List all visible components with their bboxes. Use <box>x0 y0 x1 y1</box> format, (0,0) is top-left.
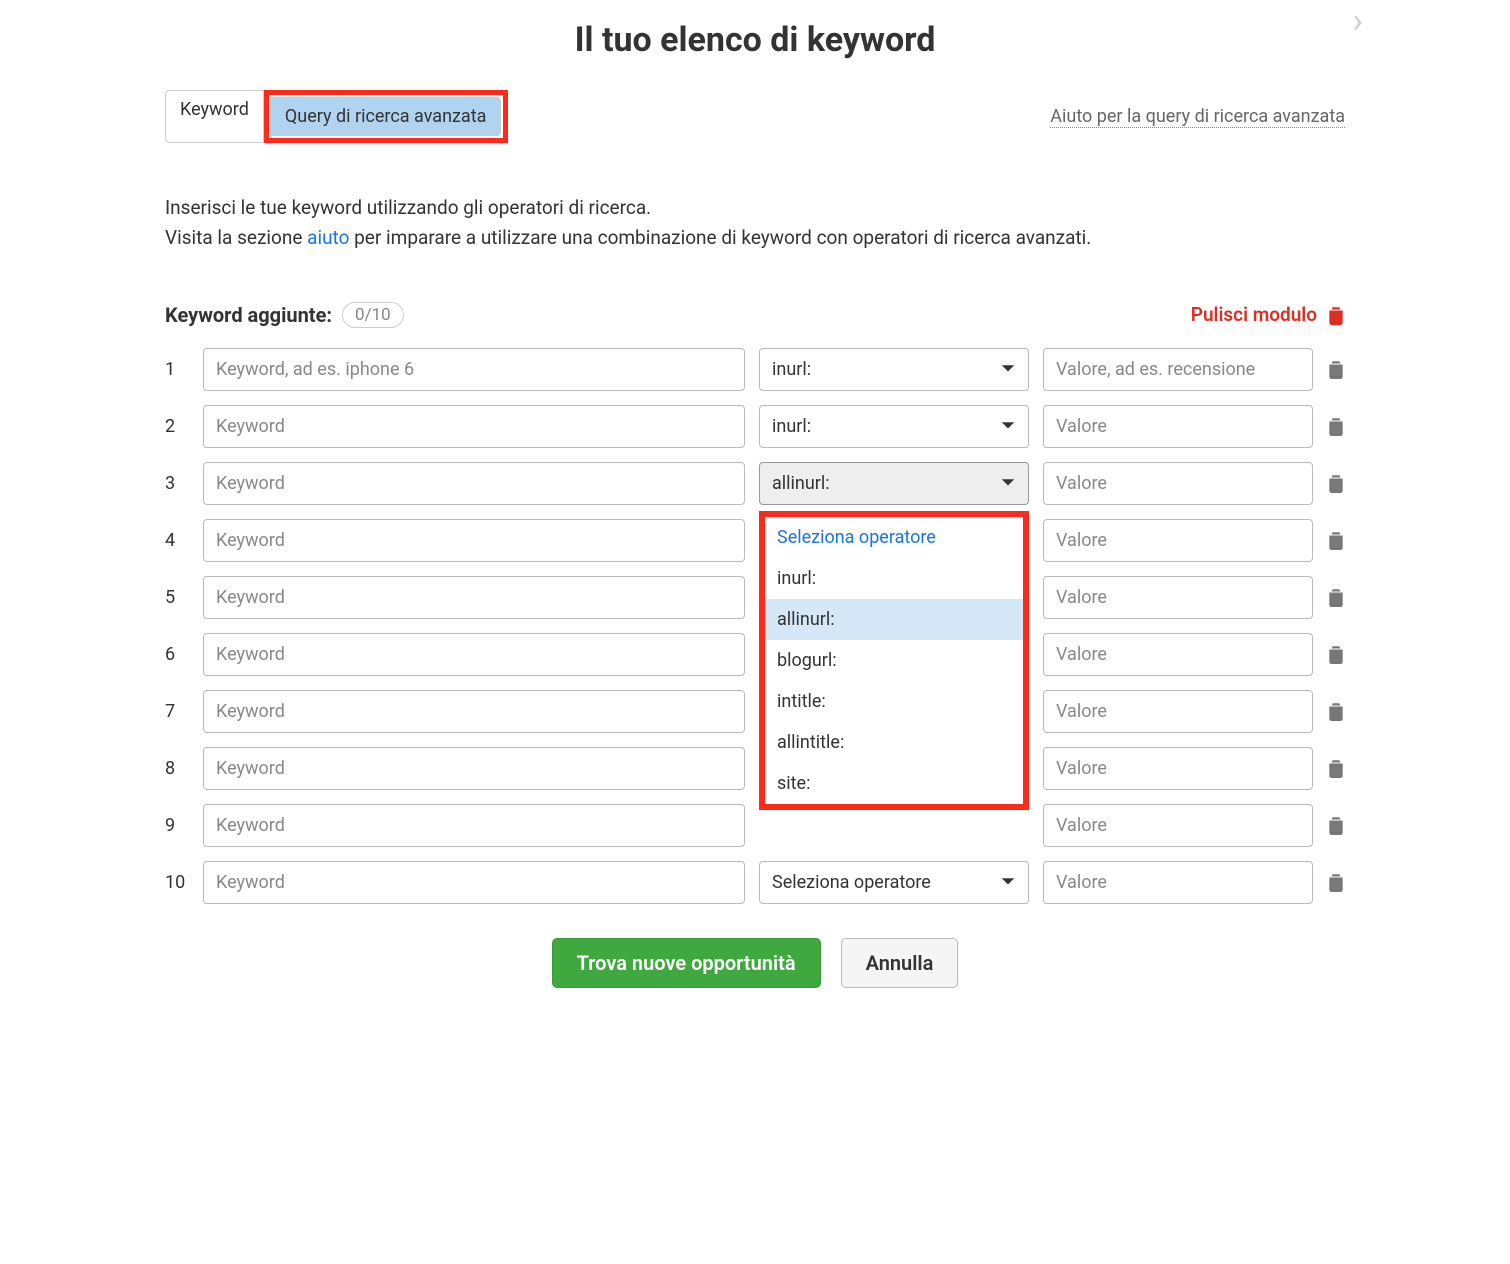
tab-advanced-query[interactable]: Query di ricerca avanzata <box>270 97 502 136</box>
keyword-row: 1 inurl: <box>165 348 1345 391</box>
row-number: 5 <box>165 587 189 608</box>
trash-icon[interactable] <box>1327 359 1345 379</box>
value-input[interactable] <box>1043 861 1313 904</box>
clear-form-label: Pulisci modulo <box>1191 303 1317 326</box>
operator-select[interactable]: allinurl: <box>759 462 1029 505</box>
value-input[interactable] <box>1043 804 1313 847</box>
operator-select-wrap: allinurl:Seleziona operatoreinurl:allinu… <box>759 462 1029 505</box>
operator-select-wrap: inurl: <box>759 348 1029 391</box>
value-input[interactable] <box>1043 633 1313 676</box>
keywords-count-badge: 0/10 <box>342 302 404 328</box>
value-input[interactable] <box>1043 747 1313 790</box>
keyword-input[interactable] <box>203 348 745 391</box>
chevron-down-icon <box>1000 364 1016 374</box>
value-input[interactable] <box>1043 576 1313 619</box>
keyword-input[interactable] <box>203 633 745 676</box>
description-line1: Inserisci le tue keyword utilizzando gli… <box>165 196 651 219</box>
dropdown-option[interactable]: intitle: <box>765 681 1023 722</box>
dropdown-option[interactable]: allinurl: <box>765 599 1023 640</box>
dropdown-placeholder[interactable]: Seleziona operatore <box>765 517 1023 558</box>
operator-select-value: allinurl: <box>772 473 830 494</box>
operator-select[interactable]: Seleziona operatore <box>759 861 1029 904</box>
trash-icon[interactable] <box>1327 815 1345 835</box>
dropdown-option[interactable]: allintitle: <box>765 722 1023 763</box>
operator-select-wrap: inurl: <box>759 405 1029 448</box>
dropdown-option[interactable]: inurl: <box>765 558 1023 599</box>
keyword-input[interactable] <box>203 747 745 790</box>
tab-keyword[interactable]: Keyword <box>165 90 264 143</box>
keyword-row: 2 inurl: <box>165 405 1345 448</box>
description-line2a: Visita la sezione <box>165 226 307 249</box>
close-icon[interactable]: › <box>1353 4 1363 38</box>
row-number: 10 <box>165 872 189 893</box>
description: Inserisci le tue keyword utilizzando gli… <box>165 193 1345 254</box>
keyword-row: 8 <box>165 747 1345 790</box>
row-number: 2 <box>165 416 189 437</box>
dropdown-option[interactable]: blogurl: <box>765 640 1023 681</box>
keywords-added-label: Keyword aggiunte: <box>165 303 332 327</box>
help-inline-link[interactable]: aiuto <box>307 226 349 249</box>
keyword-row: 5 <box>165 576 1345 619</box>
chevron-down-icon <box>1000 877 1016 887</box>
keyword-input[interactable] <box>203 519 745 562</box>
page-title: Il tuo elenco di keyword <box>165 20 1345 60</box>
row-number: 6 <box>165 644 189 665</box>
clear-form-button[interactable]: Pulisci modulo <box>1191 303 1345 326</box>
operator-select-value: inurl: <box>772 416 811 437</box>
annotation-highlight-tab: Query di ricerca avanzata <box>264 90 509 143</box>
trash-icon[interactable] <box>1327 416 1345 436</box>
dropdown-option[interactable]: site: <box>765 763 1023 804</box>
trash-icon[interactable] <box>1327 758 1345 778</box>
keyword-row: 3 allinurl:Seleziona operatoreinurl:allin… <box>165 462 1345 505</box>
keyword-input[interactable] <box>203 462 745 505</box>
value-input[interactable] <box>1043 348 1313 391</box>
trash-icon[interactable] <box>1327 644 1345 664</box>
trash-icon[interactable] <box>1327 701 1345 721</box>
row-number: 1 <box>165 359 189 380</box>
find-opportunities-button[interactable]: Trova nuove opportunità <box>552 938 821 988</box>
help-link[interactable]: Aiuto per la query di ricerca avanzata <box>1050 106 1345 128</box>
trash-icon[interactable] <box>1327 872 1345 892</box>
operator-select-wrap: Seleziona operatore <box>759 861 1029 904</box>
value-input[interactable] <box>1043 462 1313 505</box>
operator-select[interactable]: inurl: <box>759 348 1029 391</box>
row-number: 7 <box>165 701 189 722</box>
keyword-row: 7 <box>165 690 1345 733</box>
row-number: 3 <box>165 473 189 494</box>
trash-icon[interactable] <box>1327 473 1345 493</box>
cancel-button[interactable]: Annulla <box>841 938 959 988</box>
value-input[interactable] <box>1043 690 1313 733</box>
row-number: 8 <box>165 758 189 779</box>
keyword-input[interactable] <box>203 804 745 847</box>
trash-icon <box>1327 305 1345 325</box>
keyword-row: 9 <box>165 804 1345 847</box>
keyword-input[interactable] <box>203 690 745 733</box>
keyword-input[interactable] <box>203 576 745 619</box>
value-input[interactable] <box>1043 405 1313 448</box>
tabs: Keyword Query di ricerca avanzata <box>165 90 508 143</box>
trash-icon[interactable] <box>1327 587 1345 607</box>
chevron-down-icon <box>1000 421 1016 431</box>
operator-select-value: inurl: <box>772 359 811 380</box>
keyword-input[interactable] <box>203 861 745 904</box>
operator-dropdown: Seleziona operatoreinurl:allinurl:blogur… <box>759 511 1029 810</box>
operator-select[interactable]: inurl: <box>759 405 1029 448</box>
row-number: 4 <box>165 530 189 551</box>
operator-select-value: Seleziona operatore <box>772 872 931 893</box>
chevron-down-icon <box>1000 478 1016 488</box>
row-number: 9 <box>165 815 189 836</box>
keyword-row: 6 <box>165 633 1345 676</box>
keyword-row: 10 Seleziona operatore <box>165 861 1345 904</box>
description-line2b: per imparare a utilizzare una combinazio… <box>349 226 1091 249</box>
keyword-input[interactable] <box>203 405 745 448</box>
keyword-row: 4 <box>165 519 1345 562</box>
trash-icon[interactable] <box>1327 530 1345 550</box>
value-input[interactable] <box>1043 519 1313 562</box>
